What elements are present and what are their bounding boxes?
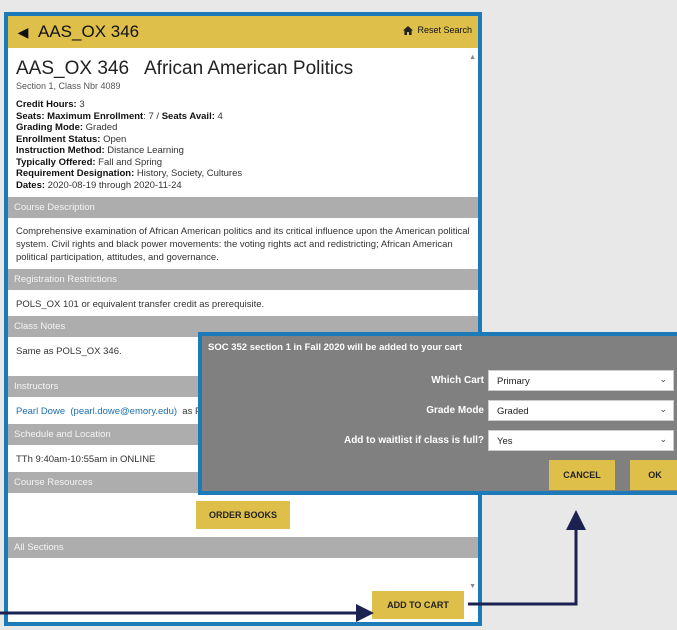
course-info-list: Credit Hours: 3 Seats: Maximum Enrollmen… [16,99,470,191]
course-detail-panel: ◀ AAS_OX 346 Reset Search ▲ AAS_OX 346 A… [4,12,482,626]
all-sections-header: All Sections [8,537,478,558]
waitlist-select[interactable]: Yes ⌄ [488,430,674,451]
ok-button[interactable]: OK [630,460,677,490]
registration-restrictions-header: Registration Restrictions [8,269,478,290]
reset-search-button[interactable]: Reset Search [403,25,472,35]
info-grading-mode: Grading Mode: Graded [16,122,118,133]
course-code: AAS_OX 346 [16,58,130,79]
course-description-text: Comprehensive examination of African Ame… [16,226,470,263]
cancel-button[interactable]: CANCEL [549,460,615,490]
chevron-down-icon: ⌄ [659,434,667,444]
waitlist-row-visible: Add to waitlist if class is full? Yes ⌄ [202,430,677,452]
instructor-email-link[interactable]: (pearl.dowe@emory.edu) [70,406,177,417]
panel-header: ◀ AAS_OX 346 Reset Search [8,16,478,48]
add-to-cart-dialog: SOC 352 section 1 in Fall 2020 will be a… [198,332,677,495]
instructor-name-link[interactable]: Pearl Dowe [16,406,65,417]
waitlist-value: Yes [497,436,513,447]
add-to-cart-button[interactable]: ADD TO CART [372,591,464,619]
chevron-down-icon: ⌄ [659,374,667,384]
dialog-title: SOC 352 section 1 in Fall 2020 will be a… [208,342,462,353]
info-dates: Dates: 2020-08-19 through 2020-11-24 [16,179,182,191]
scroll-up-arrow-icon[interactable]: ▲ [469,54,476,61]
back-arrow-icon: ◀ [17,23,29,40]
registration-restrictions-text: POLS_OX 101 or equivalent transfer credi… [16,299,265,310]
course-description-header: Course Description [8,197,478,218]
info-credit-hours: Credit Hours: 3 [16,99,85,110]
info-enrollment-status: Enrollment Status: Open [16,133,127,145]
which-cart-value: Primary [497,376,530,387]
course-heading: AAS_OX 346 African American Politics [16,58,470,80]
info-seats: Seats: Maximum Enrollment: 7 / Seats Ava… [16,110,223,122]
which-cart-label: Which Cart [431,375,484,386]
course-title: African American Politics [144,58,354,79]
info-instruction-method: Instruction Method: Distance Learning [16,145,184,156]
section-line: Section 1, Class Nbr 4089 [16,81,121,91]
order-books-button[interactable]: ORDER BOOKS [196,501,290,529]
panel-footer: ADD TO CART [8,588,478,622]
info-requirement-designation: Requirement Designation: History, Societ… [16,168,243,179]
which-cart-row: Which Cart Primary ⌄ [202,370,677,392]
header-title: AAS_OX 346 [38,22,140,41]
waitlist-row-inner [202,402,677,424]
home-icon [403,25,414,35]
reset-search-label: Reset Search [417,25,472,35]
info-typically-offered: Typically Offered: Fall and Spring [16,156,163,168]
which-cart-select[interactable]: Primary ⌄ [488,370,674,391]
back-button[interactable]: ◀ [8,16,38,48]
cart-to-dialog-arrow [468,510,586,606]
waitlist-label: Add to waitlist if class is full? [343,435,484,446]
